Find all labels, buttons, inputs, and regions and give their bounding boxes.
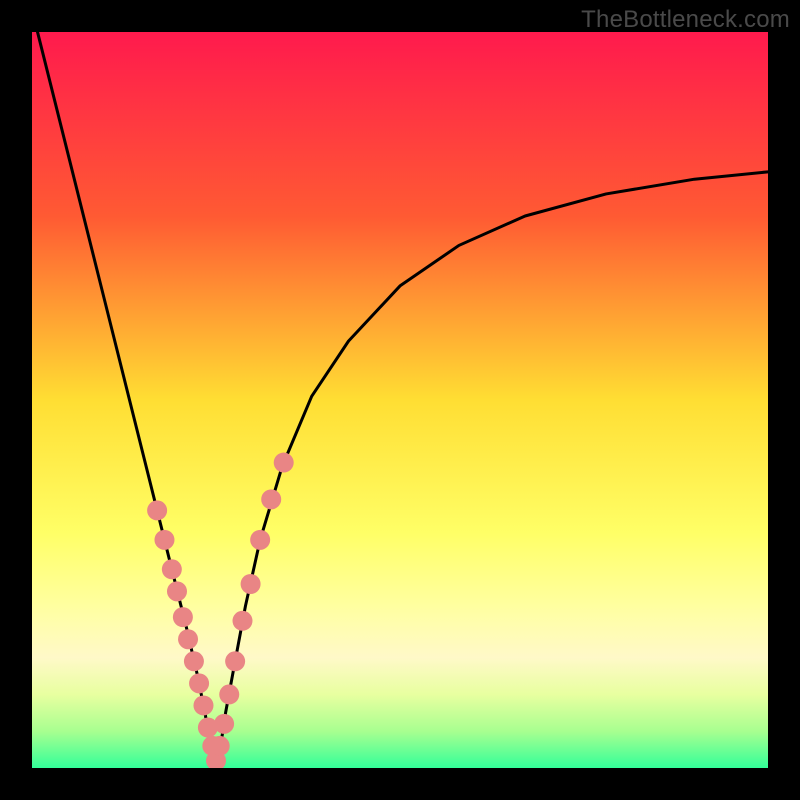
data-point [210, 736, 230, 756]
data-point [184, 651, 204, 671]
data-point [274, 453, 294, 473]
data-point [154, 530, 174, 550]
chart-frame: TheBottleneck.com [0, 0, 800, 800]
data-point [214, 714, 234, 734]
watermark-text: TheBottleneck.com [581, 6, 790, 34]
data-point [147, 500, 167, 520]
data-point [193, 695, 213, 715]
data-point [225, 651, 245, 671]
data-point [261, 489, 281, 509]
data-point [189, 673, 209, 693]
plot-svg [32, 32, 768, 768]
data-point [162, 559, 182, 579]
data-point [233, 611, 253, 631]
data-point [167, 581, 187, 601]
data-point [173, 607, 193, 627]
data-point [241, 574, 261, 594]
data-point [178, 629, 198, 649]
data-point [250, 530, 270, 550]
gradient-background [32, 32, 768, 768]
data-point [219, 684, 239, 704]
plot-area [32, 32, 768, 768]
